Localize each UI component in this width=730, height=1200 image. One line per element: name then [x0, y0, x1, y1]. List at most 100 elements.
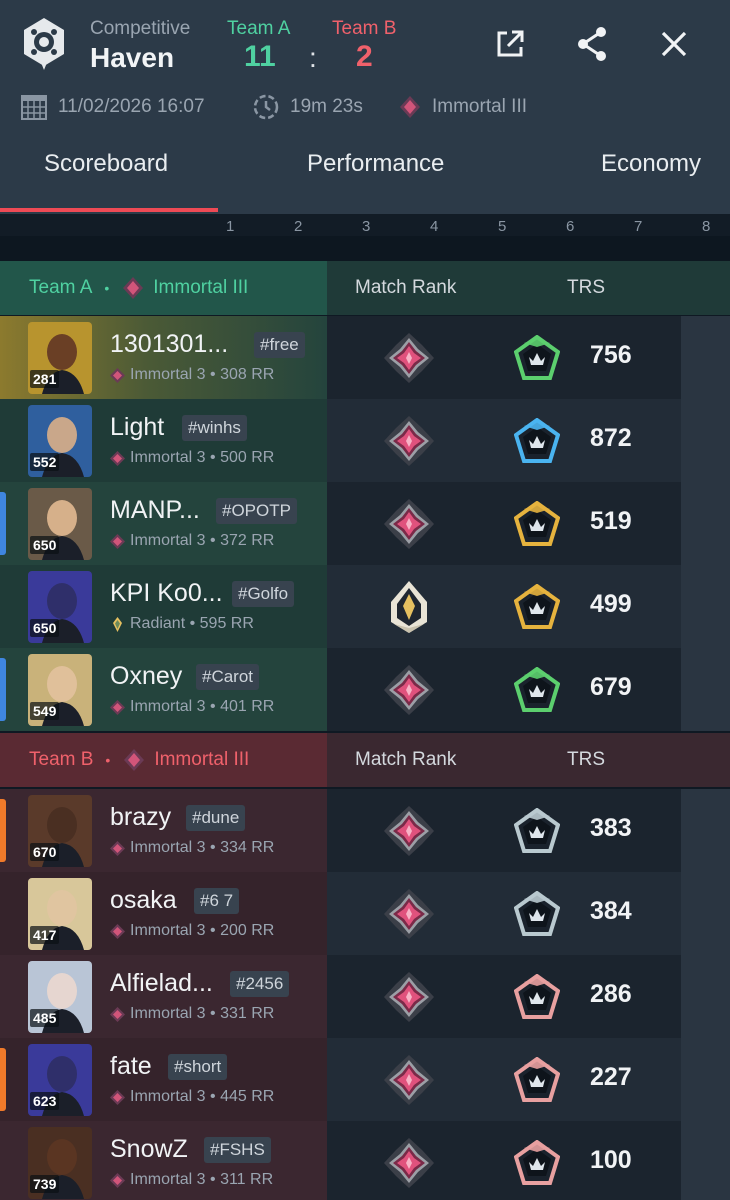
player-name[interactable]: brazy	[110, 803, 171, 832]
player-tag: #dune	[186, 805, 246, 831]
player-acs: 739	[30, 1175, 60, 1193]
tab-scoreboard[interactable]: Scoreboard	[44, 150, 168, 178]
player-info: 417 osaka #6 7 Immortal 3 • 200 RR	[0, 872, 327, 955]
trs-tier-icon	[513, 890, 561, 937]
immortal-rank-icon	[382, 331, 436, 385]
team-b-label: Team B	[332, 18, 397, 39]
player-rank: Immortal 3 • 500 RR	[110, 449, 274, 467]
match-avg-rank: Immortal III	[398, 92, 527, 122]
row-side-panel	[681, 482, 730, 565]
player-row[interactable]: 623 fate #short Immortal 3 • 445 RR 227	[0, 1038, 730, 1121]
active-tab-indicator	[0, 208, 218, 212]
player-rank-text: Radiant • 595 RR	[130, 615, 254, 632]
player-info: 650 KPI Ko0... #Golfo Radiant • 595 RR	[0, 565, 327, 648]
player-rank-text: Immortal 3 • 200 RR	[130, 922, 275, 939]
team-a-name: Team A	[29, 277, 93, 298]
team-b-name: Team B	[29, 749, 94, 770]
player-rank: Radiant • 595 RR	[110, 615, 254, 633]
round-number: 3	[362, 218, 371, 235]
player-rank-text: Immortal 3 • 308 RR	[130, 366, 275, 383]
row-side-panel	[681, 1038, 730, 1121]
player-stats: 872	[327, 399, 681, 482]
player-name[interactable]: Alfielad...	[110, 969, 213, 998]
player-trs: 384	[590, 897, 632, 925]
player-trs: 519	[590, 507, 632, 535]
row-side-panel	[681, 399, 730, 482]
player-tag: #short	[168, 1054, 228, 1080]
trs-tier-icon	[513, 1056, 561, 1103]
share-icon	[578, 27, 606, 61]
tab-economy[interactable]: Economy	[601, 150, 701, 178]
player-name[interactable]: Light	[110, 413, 164, 442]
col-match-rank: Match Rank	[355, 277, 457, 298]
player-name[interactable]: Oxney	[110, 662, 182, 691]
player-stats: 384	[327, 872, 681, 955]
player-name[interactable]: SnowZ	[110, 1135, 188, 1164]
immortal-rank-icon	[382, 887, 436, 941]
match-header: Competitive Haven Team A Team B 11 : 2 1…	[0, 0, 730, 214]
round-number: 4	[430, 218, 439, 235]
score-separator: :	[309, 42, 317, 73]
player-rank-text: Immortal 3 • 331 RR	[130, 1005, 275, 1022]
player-stats: 100	[327, 1121, 681, 1200]
player-stats: 679	[327, 648, 681, 731]
app-logo-icon	[24, 18, 64, 70]
row-side-panel	[681, 316, 730, 399]
party-indicator	[0, 1048, 6, 1111]
player-name[interactable]: 1301301...	[110, 330, 228, 359]
player-row[interactable]: 670 brazy #dune Immortal 3 • 334 RR 383	[0, 789, 730, 872]
player-row[interactable]: 485 Alfielad... #2456 Immortal 3 • 331 RR 28…	[0, 955, 730, 1038]
player-tag: #winhs	[182, 415, 247, 441]
player-row[interactable]: 549 Oxney #Carot Immortal 3 • 401 RR 679	[0, 648, 730, 731]
game-mode: Competitive	[90, 18, 191, 39]
team-a-avg-rank: Immortal III	[153, 277, 249, 298]
player-rank-text: Immortal 3 • 500 RR	[130, 449, 275, 466]
team-a-score: 11	[244, 40, 276, 73]
player-stats: 227	[327, 1038, 681, 1121]
player-trs: 499	[590, 590, 632, 618]
immortal-rank-icon	[382, 663, 436, 717]
immortal-rank-icon	[110, 1089, 125, 1105]
round-number-strip[interactable]: 1 2 3 4 5 6 7 8	[0, 214, 730, 261]
player-row[interactable]: 650 MANP... #OPOTP Immortal 3 • 372 RR 519	[0, 482, 730, 565]
immortal-rank-icon	[400, 96, 420, 118]
player-acs: 552	[30, 453, 60, 471]
close-button[interactable]	[654, 24, 694, 64]
player-rank-text: Immortal 3 • 334 RR	[130, 839, 275, 856]
tab-performance[interactable]: Performance	[307, 150, 444, 178]
player-name[interactable]: fate	[110, 1052, 152, 1081]
player-stats: 286	[327, 955, 681, 1038]
player-stats: 383	[327, 789, 681, 872]
immortal-rank-icon	[110, 367, 125, 383]
player-acs: 281	[30, 370, 60, 388]
team-a-label: Team A	[227, 18, 291, 39]
player-rank: Immortal 3 • 311 RR	[110, 1171, 273, 1189]
player-row[interactable]: 281 1301301... #free Immortal 3 • 308 RR 756	[0, 316, 730, 399]
player-row[interactable]: 552 Light #winhs Immortal 3 • 500 RR 872	[0, 399, 730, 482]
player-trs: 756	[590, 341, 632, 369]
immortal-rank-icon	[110, 923, 125, 939]
player-row[interactable]: 417 osaka #6 7 Immortal 3 • 200 RR 384	[0, 872, 730, 955]
trs-tier-icon	[513, 417, 561, 464]
player-name[interactable]: osaka	[110, 886, 177, 915]
player-name[interactable]: MANP...	[110, 496, 200, 525]
player-acs: 485	[30, 1009, 60, 1027]
round-number: 1	[226, 218, 235, 235]
calendar-icon	[21, 95, 47, 120]
player-row[interactable]: 650 KPI Ko0... #Golfo Radiant • 595 RR 499	[0, 565, 730, 648]
player-acs: 650	[30, 536, 60, 554]
player-name[interactable]: KPI Ko0...	[110, 579, 223, 608]
player-info: 739 SnowZ #FSHS Immortal 3 • 311 RR	[0, 1121, 327, 1200]
share-button[interactable]	[572, 24, 612, 64]
player-stats: 756	[327, 316, 681, 399]
match-duration: 19m 23s	[252, 92, 363, 122]
player-info: 485 Alfielad... #2456 Immortal 3 • 331 RR	[0, 955, 327, 1038]
player-trs: 286	[590, 980, 632, 1008]
player-row[interactable]: 739 SnowZ #FSHS Immortal 3 • 311 RR 100	[0, 1121, 730, 1200]
party-indicator	[0, 799, 6, 862]
close-icon	[661, 31, 687, 57]
trs-tier-icon	[513, 500, 561, 547]
trs-tier-icon	[513, 334, 561, 381]
player-rank: Immortal 3 • 308 RR	[110, 366, 274, 384]
open-external-button[interactable]	[490, 24, 530, 64]
